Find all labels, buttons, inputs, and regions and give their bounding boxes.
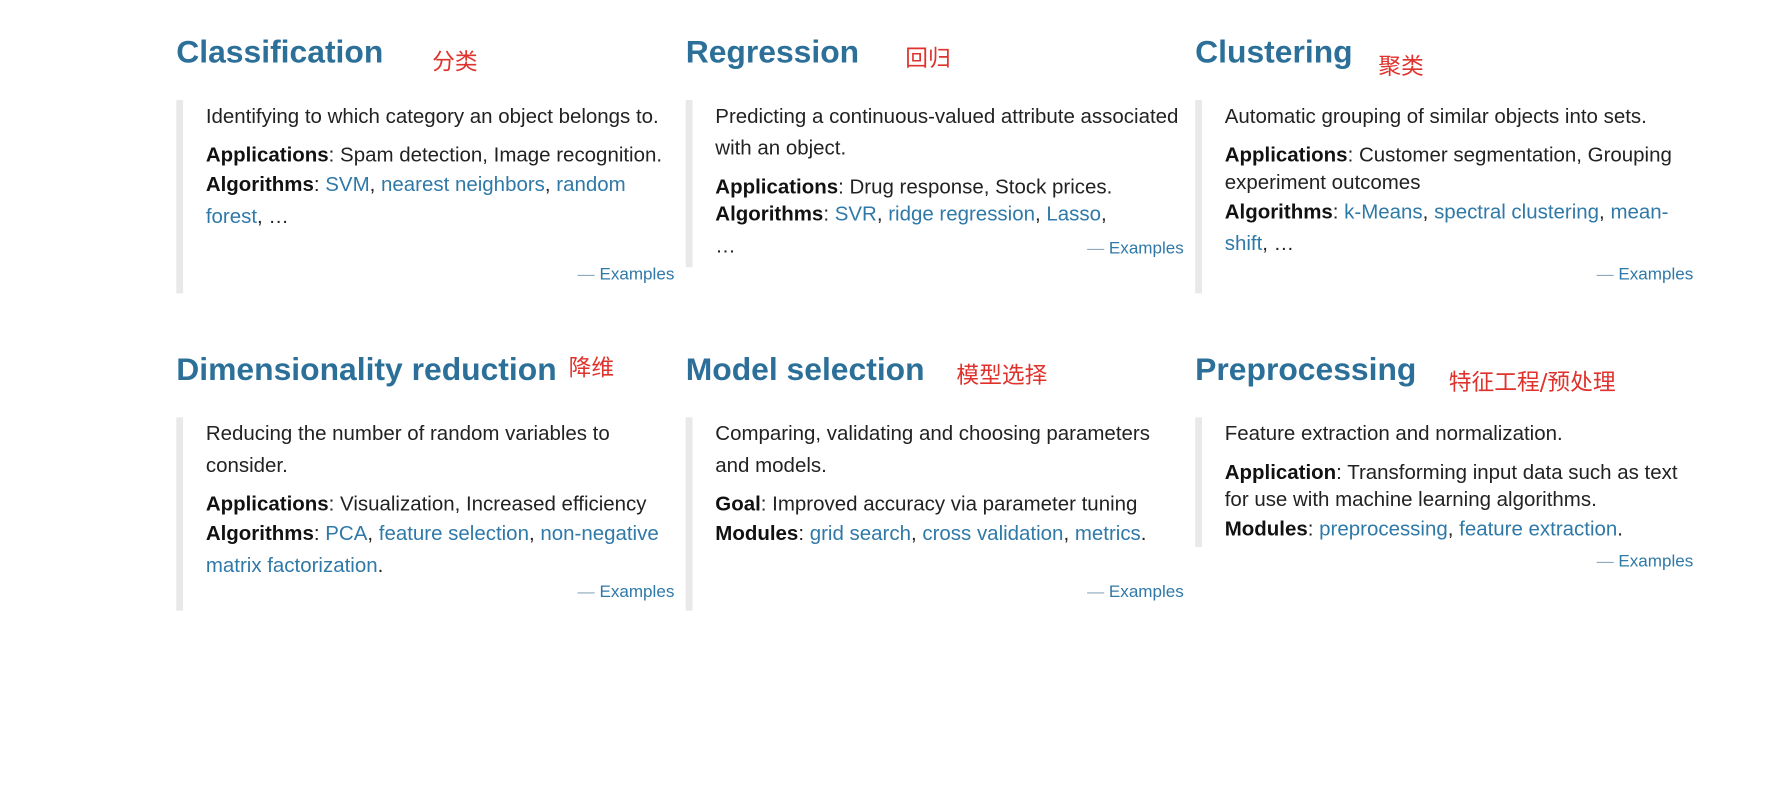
algorithm-link[interactable]: Lasso xyxy=(1046,202,1101,225)
applications-line: Applications: Customer segmentation, Gro… xyxy=(1224,143,1672,194)
row-text: Visualization, Increased efficiency xyxy=(340,492,647,516)
algorithm-link[interactable]: feature selection xyxy=(379,522,529,545)
modules-line: Modules: grid search, cross validation, … xyxy=(715,521,1147,545)
examples-label: Examples xyxy=(1108,238,1184,259)
algorithm-link[interactable]: nearest neighbors xyxy=(381,173,545,196)
row-label: Applications xyxy=(1224,143,1348,167)
module-link[interactable]: cross validation xyxy=(922,522,1063,545)
row-label: Algorithms xyxy=(1224,200,1333,223)
row-label: Algorithms xyxy=(715,202,824,226)
examples-link[interactable]: — Examples xyxy=(1087,239,1184,258)
row-suffix: . xyxy=(377,553,384,577)
module-link[interactable]: feature extraction xyxy=(1459,517,1617,540)
application-line: Application: Transforming input data suc… xyxy=(1224,460,1678,511)
algorithm-link[interactable]: spectral clustering xyxy=(1434,200,1599,223)
section-body: Predicting a continuous-valued attribute… xyxy=(685,100,1184,268)
examples-label: Examples xyxy=(1108,582,1184,602)
applications-line: Applications: Visualization, Increased e… xyxy=(205,492,647,516)
section-body: Reducing the number of random variables … xyxy=(176,417,675,611)
row-label: Applications xyxy=(205,492,329,516)
row-suffix: … xyxy=(1273,231,1295,255)
section-body: Automatic grouping of similar objects in… xyxy=(1195,100,1694,294)
section-description: Predicting a continuous-valued attribute… xyxy=(715,104,1179,160)
section-title[interactable]: Dimensionality reduction xyxy=(176,351,556,387)
row-suffix: . xyxy=(1617,517,1623,541)
examples-link[interactable]: — Examples xyxy=(578,582,675,601)
section-description: Identifying to which category an object … xyxy=(205,104,659,128)
algorithms-line: Algorithms: k-Means, spectral clustering… xyxy=(1224,200,1669,255)
section-title[interactable]: Preprocessing xyxy=(1195,351,1416,387)
row-label: Goal xyxy=(715,492,761,516)
modules-line: Modules: preprocessing, feature extracti… xyxy=(1224,517,1623,541)
examples-link[interactable]: — Examples xyxy=(1597,552,1694,571)
chinese-annotation: 降维 xyxy=(568,353,615,381)
section-title[interactable]: Classification xyxy=(176,34,383,70)
row-text: Spam detection, Image recognition. xyxy=(340,143,663,167)
module-link[interactable]: metrics xyxy=(1075,522,1141,545)
examples-label: Examples xyxy=(599,582,675,602)
row-label: Applications xyxy=(205,143,329,167)
algorithms-line: Algorithms: PCA, feature selection, non-… xyxy=(205,521,659,577)
row-label: Modules xyxy=(1224,517,1308,541)
algorithm-link[interactable]: ridge regression xyxy=(888,202,1035,225)
row-label: Applications xyxy=(715,175,839,198)
section-description: Comparing, validating and choosing param… xyxy=(715,421,1150,477)
row-suffix: . xyxy=(1140,521,1147,545)
module-link[interactable]: preprocessing xyxy=(1319,517,1448,540)
examples-link[interactable]: — Examples xyxy=(1087,582,1184,601)
row-text: Improved accuracy via parameter tuning xyxy=(772,492,1138,516)
row-label: Modules xyxy=(715,521,799,545)
algorithm-link[interactable]: k-Means xyxy=(1344,200,1423,223)
examples-link[interactable]: — Examples xyxy=(578,265,675,284)
applications-line: Applications: Spam detection, Image reco… xyxy=(205,143,663,167)
section-title[interactable]: Regression xyxy=(686,34,859,70)
section-title[interactable]: Model selection xyxy=(686,351,925,387)
section-description: Reducing the number of random variables … xyxy=(205,421,610,477)
examples-label: Examples xyxy=(1618,264,1694,285)
chinese-annotation: 特征工程/预处理 xyxy=(1448,368,1616,396)
examples-label: Examples xyxy=(599,264,675,285)
algorithm-link[interactable]: SVM xyxy=(325,173,369,196)
algorithm-link[interactable]: PCA xyxy=(325,522,367,545)
section-body: Feature extraction and normalization. Ap… xyxy=(1195,417,1693,571)
algorithm-link[interactable]: SVR xyxy=(835,202,877,225)
chinese-annotation: 回归 xyxy=(905,44,951,72)
goal-line: Goal: Improved accuracy via parameter tu… xyxy=(715,492,1138,516)
row-suffix: … xyxy=(268,204,289,228)
section-description: Automatic grouping of similar objects in… xyxy=(1224,104,1647,128)
row-label: Application xyxy=(1224,460,1337,484)
applications-line: Applications: Drug response, Stock price… xyxy=(715,175,1113,198)
chinese-annotation: 聚类 xyxy=(1378,52,1424,80)
row-text: Drug response, Stock prices. xyxy=(849,175,1113,198)
algorithms-line: Algorithms: SVM, nearest neighbors, rand… xyxy=(205,172,626,228)
chinese-annotation: 模型选择 xyxy=(956,361,1048,389)
row-label: Algorithms xyxy=(205,521,314,545)
chinese-annotation: 分类 xyxy=(432,47,478,76)
section-description: Feature extraction and normalization. xyxy=(1224,421,1563,445)
sklearn-overview-page: Classification 分类 Identifying to which c… xyxy=(0,0,1774,794)
row-label: Algorithms xyxy=(205,172,314,196)
examples-link[interactable]: — Examples xyxy=(1597,265,1694,284)
examples-label: Examples xyxy=(1618,551,1694,571)
row-suffix: … xyxy=(715,234,736,258)
section-title[interactable]: Clustering xyxy=(1195,34,1352,70)
module-link[interactable]: grid search xyxy=(810,522,911,545)
section-body: Comparing, validating and choosing param… xyxy=(685,417,1184,611)
section-body: Identifying to which category an object … xyxy=(176,100,675,294)
